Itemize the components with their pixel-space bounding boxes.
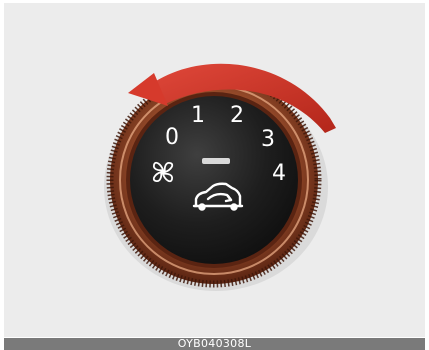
fan-speed-label-2: 2 [230, 103, 244, 128]
image-caption-code: OYB040308L [177, 337, 252, 350]
climate-fan-knob-illustration: 0 1 2 3 4 [104, 63, 336, 291]
fan-speed-label-1: 1 [191, 103, 205, 128]
image-caption-bar: OYB040308L [4, 338, 425, 350]
fan-speed-label-0: 0 [165, 125, 179, 150]
fan-speed-label-3: 3 [261, 127, 275, 152]
knob-indicator-mark [202, 158, 230, 164]
fan-speed-label-4: 4 [272, 161, 286, 186]
